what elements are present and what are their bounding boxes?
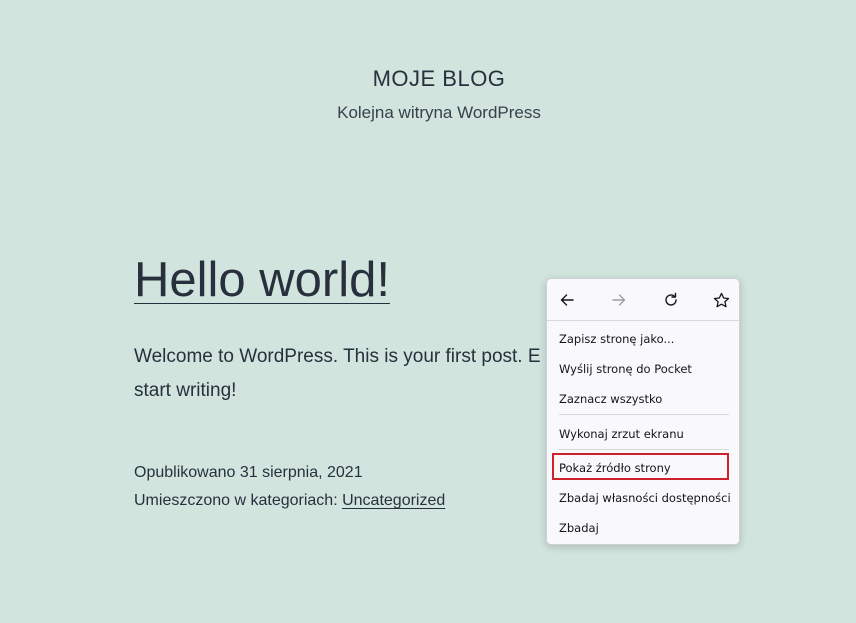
forward-button[interactable] xyxy=(607,288,631,312)
forward-arrow-icon xyxy=(612,294,626,306)
back-button[interactable] xyxy=(555,288,579,312)
post-categories-label: Umieszczono w kategoriach: xyxy=(134,492,343,509)
post-categories: Umieszczono w kategoriach: Uncategorized xyxy=(134,487,445,515)
menu-item-inspect[interactable]: Zbadaj xyxy=(559,515,599,541)
post-published-date: Opublikowano 31 sierpnia, 2021 xyxy=(134,464,363,481)
site-title[interactable]: MOJE BLOG xyxy=(0,66,856,92)
category-link[interactable]: Uncategorized xyxy=(342,492,445,509)
menu-separator xyxy=(559,449,729,450)
context-menu-nav-row xyxy=(547,279,739,320)
site-description: Kolejna witryna WordPress xyxy=(337,103,541,122)
menu-separator xyxy=(559,414,729,415)
context-menu: Zapisz stronę jako... Wyślij stronę do P… xyxy=(546,278,740,545)
menu-separator xyxy=(547,320,739,321)
menu-item-take-screenshot[interactable]: Wykonaj zrzut ekranu xyxy=(559,421,684,447)
menu-item-inspect-accessibility[interactable]: Zbadaj własności dostępności xyxy=(559,485,731,511)
menu-item-view-page-source[interactable]: Pokaż źródło strony xyxy=(559,455,671,481)
post-meta: Opublikowano 31 sierpnia, 2021 Umieszczo… xyxy=(134,459,445,515)
reload-button[interactable] xyxy=(659,288,683,312)
bookmark-button[interactable] xyxy=(709,288,733,312)
bookmark-star-icon xyxy=(713,292,729,307)
post-title-link[interactable]: Hello world! xyxy=(134,250,390,310)
browser-viewport: MOJE BLOG Kolejna witryna WordPress Hell… xyxy=(0,0,856,623)
back-arrow-icon xyxy=(560,294,574,306)
reload-icon xyxy=(665,292,677,306)
menu-item-select-all[interactable]: Zaznacz wszystko xyxy=(559,386,662,412)
menu-item-save-page-as[interactable]: Zapisz stronę jako... xyxy=(559,326,674,352)
menu-item-send-to-pocket[interactable]: Wyślij stronę do Pocket xyxy=(559,356,692,382)
